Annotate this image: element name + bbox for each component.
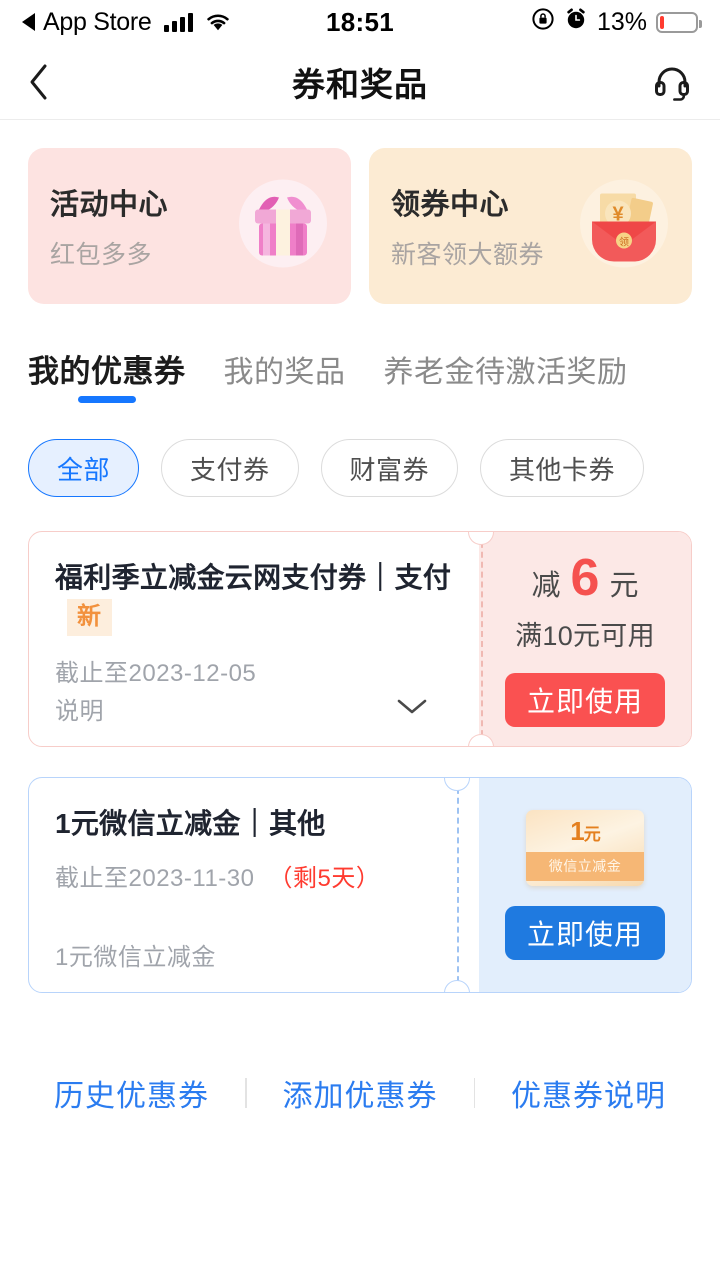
- alarm-clock-icon: [564, 7, 588, 38]
- coupon-expiry: 截止至2023-12-05: [55, 653, 453, 688]
- banner-title: 领券中心: [391, 189, 510, 221]
- rotation-lock-icon: [531, 7, 555, 38]
- coupon-card[interactable]: 福利季立减金云网支付券｜支付新 截止至2023-12-05 说明 减 6 元 满…: [28, 531, 692, 747]
- back-triangle-icon[interactable]: [22, 13, 35, 31]
- coupon-description: 1元微信立减金: [55, 944, 216, 971]
- coupon-expiry: 截止至2023-11-30 （剩5天）: [55, 858, 453, 893]
- use-now-button[interactable]: 立即使用: [504, 672, 665, 727]
- tab-label: 养老金待激活奖励: [383, 356, 628, 389]
- coupon-footer: 1元微信立减金: [55, 937, 453, 972]
- page-header: 券和奖品: [0, 44, 720, 120]
- status-return-app-label[interactable]: App Store: [43, 8, 152, 37]
- status-bar-left: App Store: [22, 8, 326, 37]
- amount-prefix: 减: [531, 569, 561, 602]
- banner-coupon-center[interactable]: 领券中心 新客领大额券 ¥ 领: [369, 148, 692, 304]
- filter-chip-wealth[interactable]: 财富券: [320, 439, 459, 497]
- coupon-remaining-days: （剩5天）: [268, 865, 381, 893]
- banner-subtitle: 新客领大额券: [391, 241, 545, 269]
- coupon-card[interactable]: 1元微信立减金｜其他 截止至2023-11-30 （剩5天） 1元微信立减金 1元…: [28, 777, 692, 993]
- banner-subtitle: 红包多多: [50, 241, 153, 269]
- main-tab-bar: 我的优惠券 我的奖品 养老金待激活奖励: [0, 304, 720, 407]
- tab-label: 我的优惠券: [28, 354, 186, 389]
- voucher-label: 微信立减金: [526, 852, 644, 881]
- coupon-title-text: 1元微信立减金｜其他: [55, 808, 326, 839]
- link-coupon-instructions[interactable]: 优惠券说明: [475, 1071, 702, 1115]
- amount-unit: 元: [609, 569, 639, 602]
- wechat-voucher-icon: 1元 微信立减金: [526, 810, 644, 886]
- expand-details-button[interactable]: [395, 696, 453, 721]
- status-clock: 18:51: [326, 6, 394, 37]
- filter-chip-row: 全部 支付券 财富券 其他卡券: [0, 407, 720, 497]
- coupon-info: 福利季立减金云网支付券｜支付新 截止至2023-12-05 说明: [29, 532, 479, 746]
- link-add-coupon[interactable]: 添加优惠券: [247, 1071, 474, 1115]
- amount-value: 6: [570, 548, 600, 607]
- tab-label: 我的奖品: [223, 356, 346, 389]
- coupon-footer: 说明: [55, 691, 453, 726]
- wifi-icon: [205, 12, 231, 32]
- page-title: 券和奖品: [292, 65, 428, 103]
- status-bar: App Store 18:51 13%: [0, 0, 720, 44]
- red-envelope-coupon-icon: ¥ 领: [570, 170, 678, 283]
- headset-icon: [655, 67, 689, 101]
- tab-my-prizes[interactable]: 我的奖品: [224, 347, 346, 407]
- gift-box-icon: [229, 170, 337, 283]
- banner-title: 活动中心: [50, 189, 169, 221]
- coupon-info: 1元微信立减金｜其他 截止至2023-11-30 （剩5天） 1元微信立减金: [29, 778, 479, 992]
- coupon-title: 福利季立减金云网支付券｜支付新: [55, 558, 453, 639]
- battery-icon: [656, 11, 702, 33]
- banner-coupon-text: 领券中心 新客领大额券: [391, 181, 544, 271]
- back-button[interactable]: [26, 60, 70, 104]
- cellular-signal-icon: [164, 12, 194, 32]
- ticket-divider: [457, 778, 459, 992]
- tab-pension-rewards[interactable]: 养老金待激活奖励: [384, 347, 628, 407]
- promo-banner-row: 活动中心 红包多多 领券中心 新客领大额券 ¥ 领: [0, 120, 720, 304]
- battery-percent-label: 13%: [596, 7, 647, 36]
- coupon-list: 福利季立减金云网支付券｜支付新 截止至2023-12-05 说明 减 6 元 满…: [0, 497, 720, 993]
- ticket-divider: [481, 532, 483, 746]
- tab-my-coupons[interactable]: 我的优惠券: [28, 346, 186, 407]
- filter-chip-all[interactable]: 全部: [28, 439, 140, 497]
- coupon-value-panel: 1元 微信立减金 立即使用: [479, 778, 691, 992]
- coupon-amount-row: 减 6 元: [532, 552, 639, 604]
- filter-chip-other[interactable]: 其他卡券: [480, 439, 645, 497]
- coupon-description: 说明: [55, 698, 104, 725]
- svg-text:领: 领: [619, 236, 629, 249]
- use-now-button[interactable]: 立即使用: [504, 906, 665, 960]
- coupon-condition: 满10元可用: [515, 620, 655, 651]
- filter-chip-payment[interactable]: 支付券: [161, 439, 299, 497]
- chevron-down-icon: [397, 699, 427, 714]
- banner-activity-text: 活动中心 红包多多: [50, 181, 168, 271]
- coupon-title: 1元微信立减金｜其他: [55, 804, 453, 844]
- footer-link-row: 历史优惠券 添加优惠券 优惠券说明: [0, 993, 720, 1115]
- banner-activity-center[interactable]: 活动中心 红包多多: [28, 148, 351, 304]
- status-bar-right: 13%: [394, 7, 702, 38]
- coupon-value-panel: 减 6 元 满10元可用 立即使用: [479, 532, 691, 746]
- customer-support-button[interactable]: [650, 60, 694, 104]
- coupon-expiry-text: 截止至2023-11-30: [55, 865, 255, 893]
- voucher-amount: 1元: [570, 816, 600, 846]
- tab-active-indicator: [77, 396, 136, 403]
- coupon-expiry-text: 截止至2023-12-05: [55, 659, 257, 687]
- new-badge: 新: [67, 599, 112, 636]
- coupon-title-text: 福利季立减金云网支付券｜支付: [55, 562, 452, 593]
- link-history-coupons[interactable]: 历史优惠券: [18, 1071, 245, 1115]
